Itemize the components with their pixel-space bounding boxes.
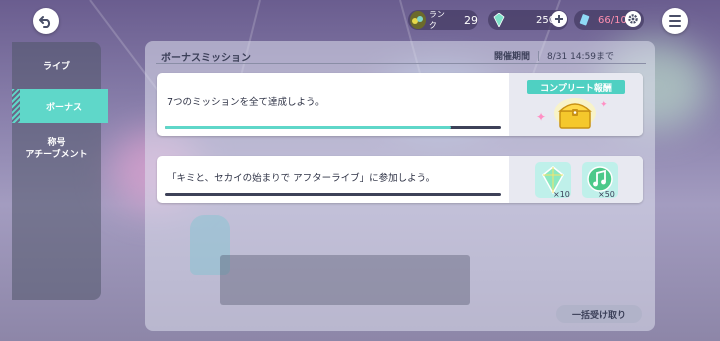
rank-icon — [410, 11, 426, 29]
settings-button[interactable] — [625, 11, 641, 27]
back-button[interactable] — [33, 8, 59, 34]
ticket-value: 66/10 — [598, 14, 627, 26]
gear-icon — [628, 14, 638, 24]
undo-arrow-icon — [39, 16, 51, 28]
sidebar-item-label: ボーナス — [45, 102, 82, 113]
add-crystal-button[interactable] — [551, 11, 567, 27]
treasure-chest-icon[interactable] — [553, 95, 597, 135]
sidebar: ライブ ボーナス 称号 アチーブメント — [12, 42, 108, 300]
rank-display: ランク 29 — [408, 10, 478, 30]
mission-text: 「キミと、セカイの始まりで アフターライブ」に参加しよう。 — [167, 173, 436, 184]
plus-icon — [555, 15, 563, 23]
reward-quantity: ×50 — [598, 190, 615, 199]
sidebar-item-live[interactable]: ライブ — [12, 59, 101, 72]
divider — [156, 63, 646, 64]
sidebar-item-label: アチーブメント — [25, 150, 88, 160]
mission-text: 7つのミッションを全て達成しよう。 — [167, 97, 325, 108]
claim-all-button[interactable]: 一括受け取り — [556, 305, 642, 323]
sparkle-icon: ✦ — [536, 110, 547, 124]
crystal-icon — [490, 11, 508, 29]
divider — [538, 50, 540, 61]
menu-icon-bar — [669, 20, 681, 22]
sparkle-icon: ✦ — [600, 100, 608, 110]
reward-quantity: ×10 — [553, 190, 570, 199]
period-label: 開催期間 — [494, 52, 531, 62]
sidebar-item-bonus[interactable]: ボーナス — [12, 89, 108, 123]
mission-progress-bar — [165, 126, 501, 129]
menu-icon — [669, 15, 681, 17]
mission-progress-fill — [165, 126, 451, 129]
period-value: 8/31 14:59まで — [547, 52, 615, 62]
complete-reward-ribbon: コンプリート報酬 — [522, 80, 630, 95]
reward-area — [509, 156, 643, 203]
sidebar-item-achievement[interactable]: 称号 アチーブメント — [12, 137, 101, 161]
mission-progress-bar — [165, 193, 501, 196]
rank-label: ランク — [428, 10, 445, 30]
sidebar-item-label: 称号 — [47, 138, 66, 148]
page-title: ボーナスミッション — [161, 53, 251, 64]
sidebar-item-label: ライブ — [42, 62, 70, 72]
ticket-icon — [576, 11, 594, 29]
rank-value: 29 — [464, 13, 478, 27]
menu-button[interactable] — [662, 8, 688, 34]
event-period: 開催期間 8/31 14:59まで — [494, 49, 614, 62]
menu-icon-bar — [669, 25, 681, 27]
stage-desk — [220, 255, 470, 305]
